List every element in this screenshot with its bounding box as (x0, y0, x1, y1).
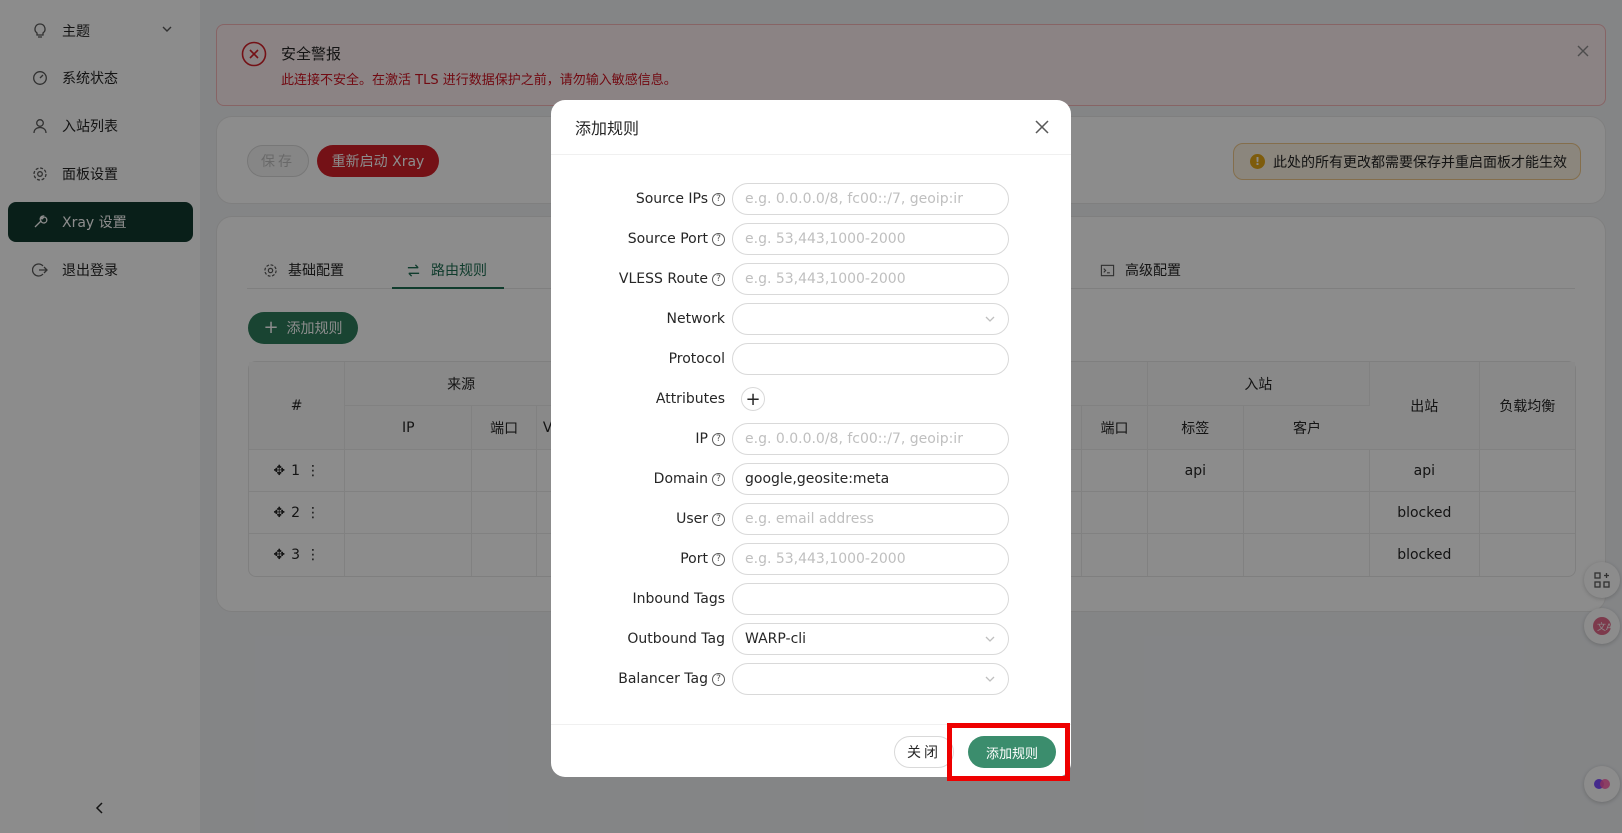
field-value: e.g. 53,443,1000-2000 (745, 271, 906, 287)
chevron-down-icon (985, 316, 995, 322)
chevron-down-icon (985, 636, 995, 642)
submit-add-rule-button[interactable]: 添加规则 (968, 736, 1056, 768)
field-label-text: Port (680, 551, 708, 567)
source-port-input[interactable]: e.g. 53,443,1000-2000 (732, 223, 1009, 255)
close-button[interactable]: 关闭 (894, 736, 954, 768)
field-label: Network (667, 303, 725, 335)
balancer-tag-select[interactable] (732, 663, 1009, 695)
domain-input[interactable]: google,geosite:meta (732, 463, 1009, 495)
field-label: Source IPs? (636, 183, 725, 215)
field-value: e.g. 53,443,1000-2000 (745, 231, 906, 247)
field-label-text: User (676, 511, 708, 527)
field-label-text: Inbound Tags (632, 591, 725, 607)
field-label-text: IP (695, 431, 708, 447)
help-icon[interactable]: ? (712, 672, 725, 686)
field-label: Port? (680, 543, 725, 575)
field-label-text: Protocol (668, 351, 725, 367)
help-icon[interactable]: ? (712, 552, 725, 566)
field-value: e.g. 0.0.0.0/8, fc00::/7, geoip:ir (745, 191, 963, 207)
field-value: WARP-cli (745, 631, 807, 647)
modal-title: 添加规则 (551, 100, 1071, 155)
help-icon[interactable]: ? (712, 512, 725, 526)
close-icon[interactable] (1033, 118, 1051, 136)
field-label-text: VLESS Route (618, 271, 708, 287)
field-label-text: Source IPs (635, 191, 708, 207)
field-label: Protocol (669, 343, 725, 375)
protocol-input[interactable] (732, 343, 1009, 375)
source-ips-input[interactable]: e.g. 0.0.0.0/8, fc00::/7, geoip:ir (732, 183, 1009, 215)
form-row: Outbound Tag WARP-cli (551, 623, 1071, 655)
field-label-text: Balancer Tag (618, 671, 708, 687)
field-label-text: Network (666, 311, 725, 327)
form-row: User? e.g. email address (551, 503, 1071, 535)
field-label: Balancer Tag? (618, 663, 725, 695)
field-value: e.g. 53,443,1000-2000 (745, 551, 906, 567)
port-input[interactable]: e.g. 53,443,1000-2000 (732, 543, 1009, 575)
field-label: Domain? (654, 463, 725, 495)
help-icon[interactable]: ? (712, 272, 725, 286)
ip-input[interactable]: e.g. 0.0.0.0/8, fc00::/7, geoip:ir (732, 423, 1009, 455)
form-row: Inbound Tags (551, 583, 1071, 615)
outbound-tag-select[interactable]: WARP-cli (732, 623, 1009, 655)
field-label: Outbound Tag (627, 623, 725, 655)
form-row: Source IPs? e.g. 0.0.0.0/8, fc00::/7, geo… (551, 183, 1071, 215)
add-attribute-button[interactable]: + (741, 387, 765, 411)
help-icon[interactable]: ? (712, 432, 725, 446)
field-label-text: Source Port (627, 231, 708, 247)
form-row: Domain? google,geosite:meta (551, 463, 1071, 495)
help-icon[interactable]: ? (712, 472, 725, 486)
form-row: Balancer Tag? (551, 663, 1071, 695)
form-row: Attributes + (551, 383, 1071, 415)
form-row: Port? e.g. 53,443,1000-2000 (551, 543, 1071, 575)
form-row: VLESS Route? e.g. 53,443,1000-2000 (551, 263, 1071, 295)
field-label-text: Domain (653, 471, 708, 487)
field-value: e.g. 0.0.0.0/8, fc00::/7, geoip:ir (745, 431, 963, 447)
network-select[interactable] (732, 303, 1009, 335)
user-input[interactable]: e.g. email address (732, 503, 1009, 535)
form-row: Network (551, 303, 1071, 335)
field-label: IP? (695, 423, 725, 455)
field-label: Source Port? (628, 223, 725, 255)
form-row: Protocol (551, 343, 1071, 375)
add-rule-modal: 添加规则 Source IPs?e.g. 0.0.0.0/8, fc00::/7… (551, 100, 1071, 777)
field-label: VLESS Route? (619, 263, 725, 295)
help-icon[interactable]: ? (712, 192, 725, 206)
field-label: Inbound Tags (632, 583, 725, 615)
field-value: e.g. email address (745, 511, 874, 527)
inbound-tags-input[interactable] (732, 583, 1009, 615)
field-value: google,geosite:meta (745, 471, 890, 487)
chevron-down-icon (985, 676, 995, 682)
form-row: Source Port? e.g. 53,443,1000-2000 (551, 223, 1071, 255)
field-label: User? (676, 503, 725, 535)
form-row: IP? e.g. 0.0.0.0/8, fc00::/7, geoip:ir (551, 423, 1071, 455)
help-icon[interactable]: ? (712, 232, 725, 246)
vless-route-input[interactable]: e.g. 53,443,1000-2000 (732, 263, 1009, 295)
field-label-text: Outbound Tag (627, 631, 725, 647)
field-label: Attributes (656, 383, 725, 415)
field-label-text: Attributes (655, 391, 725, 407)
